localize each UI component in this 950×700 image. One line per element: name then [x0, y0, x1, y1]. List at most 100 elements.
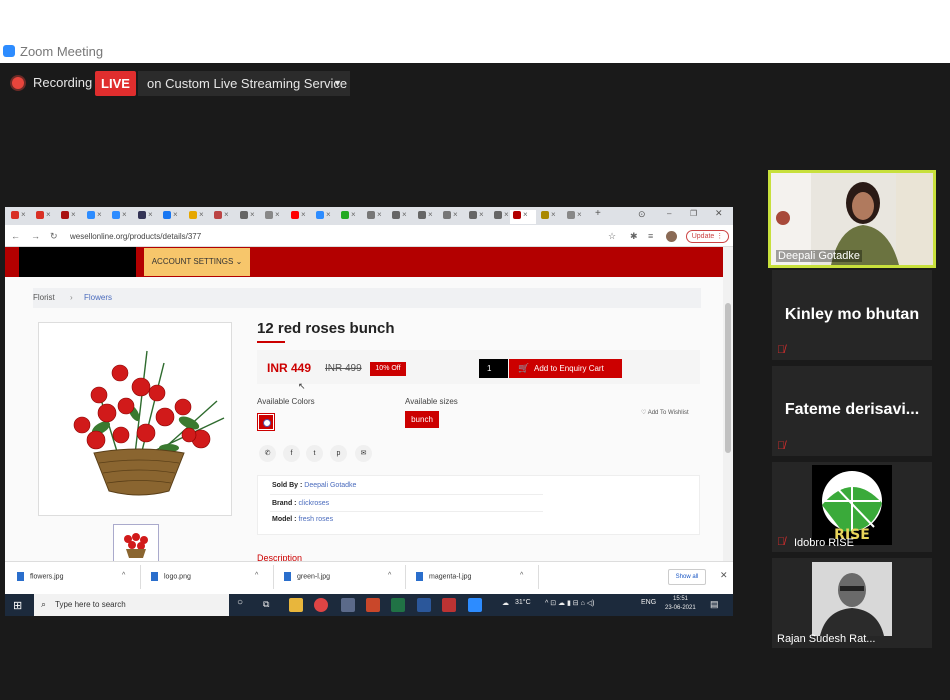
- rise-logo-icon: RISE: [822, 471, 882, 543]
- product-image[interactable]: [38, 322, 232, 516]
- window-titlebar: Zoom Meeting: [0, 0, 950, 63]
- participant-avatar: RISE: [812, 465, 892, 545]
- weather-icon: ☁: [502, 600, 509, 607]
- participant-tile-active-speaker[interactable]: Deepali Gotadke: [768, 170, 936, 268]
- model-link[interactable]: fresh roses: [298, 516, 333, 523]
- sold-by-row: Sold By : Deepali Gotadke: [272, 482, 356, 489]
- participant-tile[interactable]: Kinley mo bhutan 🎙̸: [772, 270, 932, 360]
- file-icon: [151, 572, 158, 581]
- breadcrumb-flowers[interactable]: Flowers: [84, 288, 112, 308]
- zoom-taskbar-icon[interactable]: [468, 598, 482, 612]
- cortana-icon[interactable]: ○: [237, 597, 243, 608]
- weather-temp[interactable]: 31°C: [515, 599, 531, 606]
- show-all-downloads-button[interactable]: Show all: [668, 569, 706, 585]
- quantity-input[interactable]: 1: [479, 359, 508, 378]
- update-button[interactable]: Update ⋮: [686, 230, 729, 243]
- scrollbar-thumb[interactable]: [725, 303, 731, 453]
- back-icon[interactable]: ←: [11, 231, 20, 241]
- app-icon[interactable]: [341, 598, 355, 612]
- color-swatch-red[interactable]: [257, 413, 275, 431]
- close-downloads-icon[interactable]: ✕: [720, 570, 728, 581]
- whatsapp-icon[interactable]: ✆: [259, 445, 276, 462]
- size-option-bunch[interactable]: bunch: [405, 411, 439, 428]
- download-item[interactable]: green-l.jpg: [284, 572, 330, 581]
- word-icon[interactable]: [417, 598, 431, 612]
- available-colors-label: Available Colors: [257, 397, 315, 406]
- chevron-up-icon[interactable]: ^: [388, 572, 391, 579]
- breadcrumb-separator: ›: [70, 293, 73, 302]
- account-settings-button[interactable]: ACCOUNT SETTINGS ⌄: [144, 248, 250, 276]
- excel-icon[interactable]: [391, 598, 405, 612]
- file-icon: [416, 572, 423, 581]
- file-explorer-icon[interactable]: [289, 598, 303, 612]
- download-item[interactable]: magenta-l.jpg: [416, 572, 471, 581]
- window-title: Zoom Meeting: [20, 44, 104, 59]
- participant-photo: [812, 562, 892, 636]
- chevron-up-icon[interactable]: ^: [255, 572, 258, 579]
- chrome-icon[interactable]: [314, 598, 328, 612]
- system-tray-icons[interactable]: ^ ⊡ ☁ ▮ ⊟ ⌂ ◁): [545, 599, 594, 607]
- product-thumbnail[interactable]: [113, 524, 159, 562]
- taskbar-search-input[interactable]: Type here to search: [34, 594, 229, 616]
- model-row: Model : fresh roses: [272, 516, 333, 523]
- participant-name: Kinley mo bhutan: [784, 306, 920, 323]
- task-view-icon[interactable]: ⧉: [263, 599, 269, 610]
- twitter-icon[interactable]: t: [306, 445, 323, 462]
- model-label: Model :: [272, 516, 297, 523]
- facebook-icon[interactable]: f: [283, 445, 300, 462]
- muted-mic-icon: 🎙̸: [777, 344, 786, 356]
- clock-date[interactable]: 23-06-2021: [665, 605, 696, 611]
- participant-tile[interactable]: Fateme derisavi... 🎙̸: [772, 366, 932, 456]
- breadcrumb-florist[interactable]: Florist: [33, 288, 55, 308]
- muted-mic-icon: 🎙̸: [777, 536, 786, 548]
- reload-icon[interactable]: ↻: [50, 231, 58, 242]
- clock-time[interactable]: 15:51: [673, 596, 688, 602]
- forward-icon[interactable]: →: [31, 231, 40, 241]
- brand-link[interactable]: clickroses: [298, 500, 329, 507]
- divider: [140, 565, 141, 589]
- reading-list-icon[interactable]: ≡: [648, 231, 653, 241]
- email-icon[interactable]: ✉: [355, 445, 372, 462]
- update-label: Update: [691, 233, 715, 240]
- profile-avatar[interactable]: [666, 231, 677, 242]
- recording-label[interactable]: Recording: [33, 75, 92, 90]
- bookmark-star-icon[interactable]: ☆: [608, 231, 616, 242]
- live-badge: LIVE: [95, 71, 136, 96]
- pinterest-icon[interactable]: p: [330, 445, 347, 462]
- sold-by-link[interactable]: Deepali Gotadke: [304, 482, 356, 489]
- chevron-up-icon[interactable]: ^: [122, 572, 125, 579]
- site-logo[interactable]: [19, 247, 136, 277]
- page-scrollbar[interactable]: [723, 247, 733, 561]
- notifications-icon[interactable]: ▤: [710, 599, 719, 610]
- file-icon: [284, 572, 291, 581]
- download-item[interactable]: flowers.jpg: [17, 572, 63, 581]
- search-icon: ⌕: [41, 599, 47, 609]
- language-indicator[interactable]: ENG: [641, 599, 656, 606]
- dropdown-caret-icon: ▼: [333, 78, 342, 88]
- add-to-wishlist-link[interactable]: ♡ Add To Wishlist: [641, 409, 689, 416]
- chevron-up-icon[interactable]: ^: [520, 572, 523, 579]
- sold-by-label: Sold By :: [272, 482, 303, 489]
- downloads-bar: [5, 561, 733, 594]
- participant-tile[interactable]: Rajan Sudesh Rat...: [772, 558, 932, 648]
- roses-basket-image: [73, 350, 225, 496]
- url-field[interactable]: wesellonline.org/products/details/377: [70, 232, 201, 241]
- brand-row: Brand : clickroses: [272, 500, 329, 507]
- breadcrumb: Florist › Flowers: [33, 288, 701, 308]
- available-sizes-label: Available sizes: [405, 397, 458, 406]
- extensions-icon[interactable]: ✱: [630, 231, 638, 242]
- brand-label: Brand :: [272, 500, 297, 507]
- divider: [270, 494, 543, 495]
- powerpoint-icon[interactable]: [366, 598, 380, 612]
- muted-mic-icon: 🎙̸: [777, 440, 786, 452]
- product-title: 12 red roses bunch: [257, 320, 395, 337]
- download-item[interactable]: logo.png: [151, 572, 191, 581]
- stream-service-dropdown[interactable]: on Custom Live Streaming Service ▼: [138, 71, 350, 96]
- windows-start-icon[interactable]: ⊞: [13, 599, 22, 612]
- participant-name: Fateme derisavi...: [784, 401, 920, 418]
- app-icon[interactable]: [442, 598, 456, 612]
- participant-name: Idobro RISE: [794, 537, 854, 549]
- participant-tile[interactable]: RISE 🎙̸ Idobro RISE: [772, 462, 932, 552]
- divider: [405, 565, 406, 589]
- divider: [273, 565, 274, 589]
